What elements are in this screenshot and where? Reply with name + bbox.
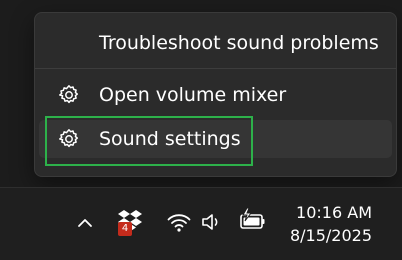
menu-divider xyxy=(35,68,396,69)
menu-item-label: Troubleshoot sound problems xyxy=(99,32,379,54)
troubleshoot-sound-menu-item[interactable]: Troubleshoot sound problems xyxy=(39,24,392,62)
sound-settings-menu-item[interactable]: Sound settings xyxy=(39,120,392,158)
clock-date: 8/15/2025 xyxy=(289,226,372,245)
sound-context-menu: Troubleshoot sound problems Open volume … xyxy=(34,12,397,177)
chevron-up-icon[interactable] xyxy=(74,212,96,234)
volume-icon[interactable] xyxy=(200,210,224,234)
gear-icon xyxy=(59,85,79,104)
clock-time: 10:16 AM xyxy=(296,203,372,222)
gear-icon xyxy=(59,129,79,148)
battery-charging-icon[interactable] xyxy=(237,206,267,234)
clock[interactable]: 10:16 AM 8/15/2025 xyxy=(290,201,372,247)
menu-item-label: Open volume mixer xyxy=(99,84,287,106)
dropbox-notification-badge: 4 xyxy=(118,222,132,236)
open-volume-mixer-menu-item[interactable]: Open volume mixer xyxy=(39,76,392,114)
taskbar: 4 10:16 AM 8/15/2025 xyxy=(0,187,402,260)
wifi-icon[interactable] xyxy=(166,210,192,234)
menu-item-label: Sound settings xyxy=(99,128,241,150)
